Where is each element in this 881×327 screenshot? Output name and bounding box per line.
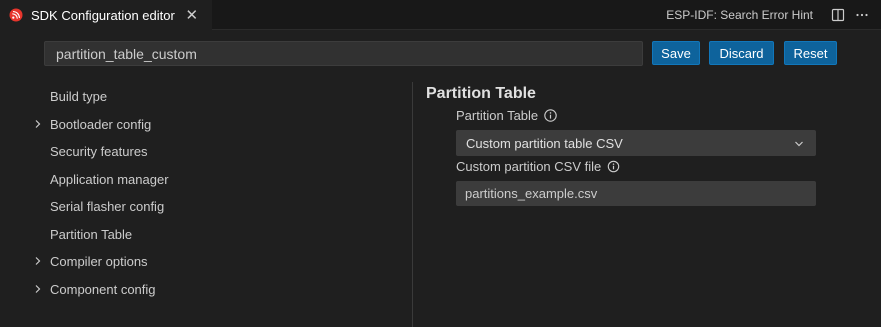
sidebar-item-label: Security features (50, 143, 148, 159)
chevron-right-icon[interactable] (33, 119, 43, 129)
partition-table-select[interactable]: Custom partition table CSV (456, 130, 816, 156)
sidebar-item-serial-flasher-config[interactable]: Serial flasher config (0, 195, 400, 217)
chevron-right-icon[interactable] (33, 284, 43, 294)
sidebar-item-label: Application manager (50, 171, 169, 187)
custom-csv-field-label: Custom partition CSV file (456, 159, 620, 174)
reset-button[interactable]: Reset (784, 41, 837, 65)
chevron-right-icon[interactable] (33, 256, 43, 266)
sidebar-item-label: Compiler options (50, 253, 148, 269)
editor-tab-bar: SDK Configuration editor ✕ ESP-IDF: Sear… (0, 0, 881, 30)
sidebar-item-label: Partition Table (50, 226, 133, 242)
custom-csv-label-text: Custom partition CSV file (456, 159, 602, 174)
search-input[interactable] (44, 41, 643, 66)
partition-table-field-label: Partition Table (456, 108, 557, 123)
sidebar-item-bootloader-config[interactable]: Bootloader config (0, 113, 400, 135)
sidebar-item-label: Serial flasher config (50, 198, 165, 214)
split-editor-icon[interactable] (829, 6, 847, 24)
editor-tab[interactable]: SDK Configuration editor ✕ (0, 0, 212, 30)
sidebar-item-label: Build type (50, 88, 108, 104)
espressif-logo-icon (9, 8, 23, 22)
sidebar-item-compiler-options[interactable]: Compiler options (0, 250, 400, 272)
close-icon[interactable]: ✕ (184, 7, 200, 24)
custom-csv-file-input[interactable] (456, 181, 816, 206)
save-button[interactable]: Save (652, 41, 700, 65)
sidebar-item-label: Bootloader config (50, 116, 152, 132)
partition-table-selected-value: Custom partition table CSV (466, 135, 623, 151)
editor-actions: ESP-IDF: Search Error Hint (666, 0, 871, 30)
more-actions-icon[interactable] (853, 6, 871, 24)
section-title: Partition Table (426, 85, 536, 102)
config-menu-sidebar: Build type Bootloader config Security fe… (0, 82, 412, 327)
panel-divider[interactable] (412, 82, 413, 327)
sidebar-item-partition-table[interactable]: Partition Table (0, 223, 400, 245)
chevron-down-icon (795, 141, 803, 147)
tab-title: SDK Configuration editor (31, 7, 175, 23)
info-icon[interactable] (607, 160, 620, 173)
sidebar-item-build-type[interactable]: Build type (0, 85, 400, 107)
sidebar-item-application-manager[interactable]: Application manager (0, 168, 400, 190)
discard-button[interactable]: Discard (709, 41, 774, 65)
sidebar-item-component-config[interactable]: Component config (0, 278, 400, 300)
sidebar-item-label: Component config (50, 281, 156, 297)
search-error-hint-link[interactable]: ESP-IDF: Search Error Hint (666, 8, 813, 22)
sidebar-item-security-features[interactable]: Security features (0, 140, 400, 162)
info-icon[interactable] (544, 109, 557, 122)
partition-table-label-text: Partition Table (456, 108, 539, 123)
